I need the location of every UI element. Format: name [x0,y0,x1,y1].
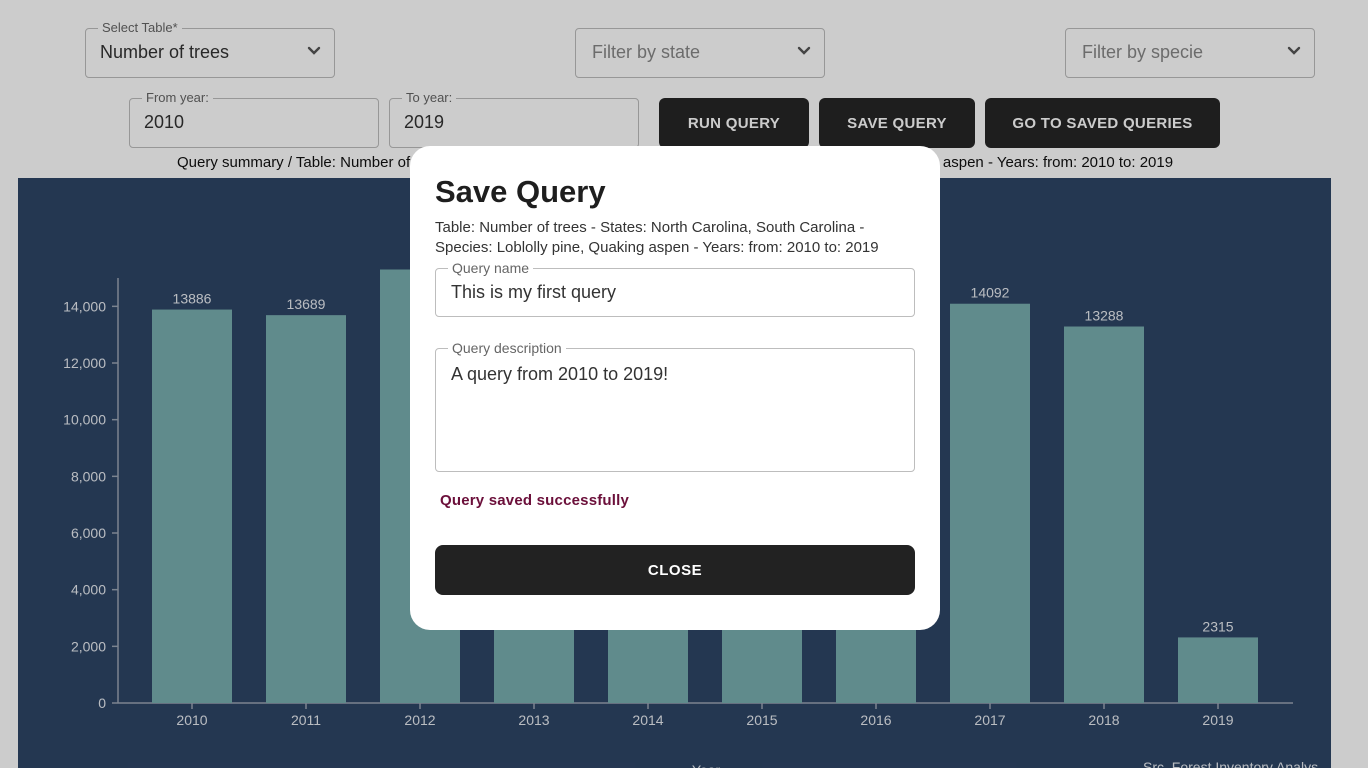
query-name-value: This is my first query [451,282,617,302]
query-description-field[interactable]: Query description A query from 2010 to 2… [435,341,915,472]
query-description-label: Query description [448,341,566,355]
query-name-label: Query name [448,261,534,275]
query-name-field[interactable]: Query name This is my first query [435,261,915,317]
save-query-modal: Save Query Table: Number of trees - Stat… [410,146,940,630]
success-message: Query saved successfully [440,492,630,509]
query-description-value: A query from 2010 to 2019! [451,364,669,384]
modal-query-description: Table: Number of trees - States: North C… [435,219,879,256]
close-button[interactable]: CLOSE [435,545,915,595]
modal-title: Save Query [435,174,606,209]
